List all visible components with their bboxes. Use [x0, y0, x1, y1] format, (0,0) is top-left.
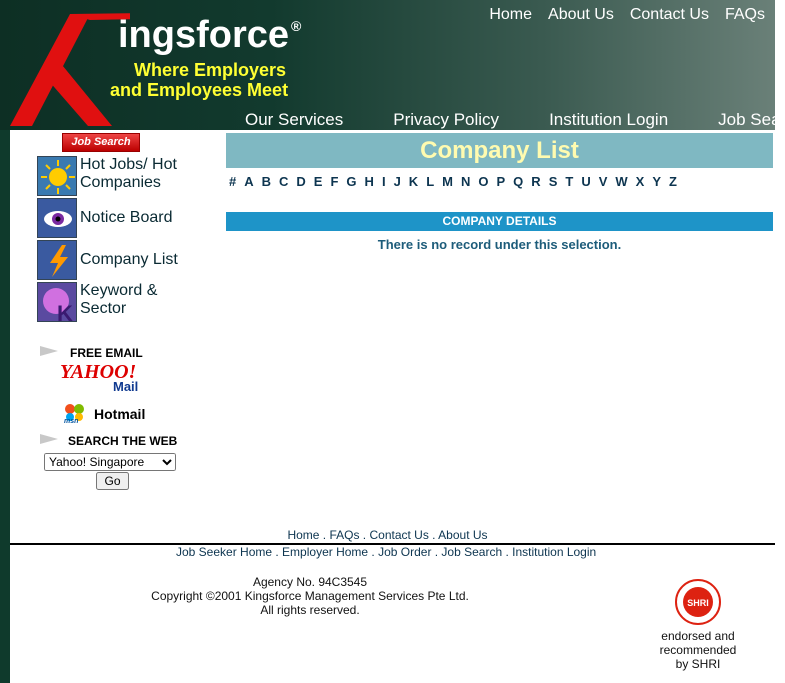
letter-link[interactable]: P [497, 174, 506, 189]
letter-link[interactable]: B [262, 174, 271, 189]
letter-link[interactable]: F [330, 174, 338, 189]
letter-link[interactable]: V [599, 174, 608, 189]
letter-link[interactable]: # [229, 174, 236, 189]
hotmail-logo[interactable]: msn Hotmail [62, 402, 162, 426]
nav-job-search[interactable]: Job Search [718, 110, 785, 130]
shri-text: endorsed and recommended by SHRI [659, 629, 737, 671]
agency-number: Agency No. 94C3545 [252, 575, 368, 589]
sidebar-item-label: Keyword & Sector [80, 282, 158, 317]
nav-our-services[interactable]: Our Services [245, 110, 343, 130]
brand-name: ingsforce ® [118, 14, 302, 56]
footer-nav-primary[interactable]: Home . FAQs . Contact Us . About Us [0, 528, 775, 542]
sidebar-item-keyword-sector[interactable]: K Keyword & Sector [37, 282, 170, 322]
sidebar-item-label: Company List [80, 251, 178, 268]
letter-link[interactable]: E [314, 174, 323, 189]
yahoo-mail-logo[interactable]: YAHOO! Mail [60, 361, 160, 397]
yahoo-wordmark: YAHOO! [60, 361, 137, 383]
main-nav: Our Services Privacy Policy Institution … [245, 110, 785, 130]
header-banner: ingsforce ® Where Employers and Employees… [0, 0, 785, 130]
top-nav-contact-us[interactable]: Contact Us [630, 6, 709, 24]
eye-icon [37, 198, 77, 238]
letter-link[interactable]: T [565, 174, 573, 189]
k-letter-icon: K [37, 282, 77, 322]
free-email-label: FREE EMAIL [70, 346, 143, 360]
letter-link[interactable]: C [279, 174, 288, 189]
top-nav-about-us[interactable]: About Us [548, 6, 614, 24]
yahoo-mail-text: Mail [113, 379, 139, 394]
no-record-message: There is no record under this selection. [377, 237, 622, 252]
kingsforce-k-logo-icon [10, 13, 130, 126]
tagline-line2: and Employees Meet [110, 80, 289, 100]
footer-nav-secondary[interactable]: Job Seeker Home . Employer Home . Job Or… [176, 545, 596, 559]
top-nav: Home About Us Contact Us FAQs [473, 6, 765, 24]
letter-link[interactable]: H [365, 174, 374, 189]
letter-link[interactable]: M [442, 174, 453, 189]
letter-link[interactable]: W [615, 174, 627, 189]
alphabet-filter: # A B C D E F G H I J K L M N O P Q R S T U V W X Y Z [229, 174, 769, 189]
page-title-bar: Company List [226, 133, 773, 168]
letter-link[interactable]: N [461, 174, 470, 189]
top-nav-home[interactable]: Home [489, 6, 532, 24]
sun-icon [37, 156, 77, 196]
shri-seal-icon: SHRI [675, 579, 721, 625]
search-web-label: SEARCH THE WEB [68, 434, 178, 448]
lightning-icon [37, 240, 77, 280]
nav-institution-login[interactable]: Institution Login [549, 110, 668, 130]
company-details-header: COMPANY DETAILS [226, 212, 773, 231]
letter-link[interactable]: J [394, 174, 401, 189]
letter-link[interactable]: K [409, 174, 418, 189]
go-button[interactable]: Go [96, 472, 129, 490]
letter-link[interactable]: X [636, 174, 645, 189]
sidebar-item-company-list[interactable]: Company List [37, 240, 178, 280]
letter-link[interactable]: Q [513, 174, 523, 189]
agency-info: Agency No. 94C3545 Copyright ©2001 Kings… [140, 575, 480, 617]
letter-link[interactable]: U [581, 174, 590, 189]
sidebar-item-notice-board[interactable]: Notice Board [37, 198, 173, 238]
sidebar-item-label: Hot Jobs/ Hot Companies [80, 156, 177, 191]
tagline-line1: Where Employers [134, 60, 287, 80]
search-engine-select[interactable]: Yahoo! Singapore [44, 453, 176, 471]
letter-link[interactable]: Y [652, 174, 661, 189]
letter-link[interactable]: L [426, 174, 434, 189]
msn-text: msn [64, 418, 79, 425]
letter-link[interactable]: O [478, 174, 488, 189]
arrow-icon [40, 346, 58, 356]
top-nav-faqs[interactable]: FAQs [725, 6, 765, 24]
letter-link[interactable]: A [244, 174, 253, 189]
sidebar-item-hot-jobs[interactable]: Hot Jobs/ Hot Companies [37, 156, 185, 196]
letter-link[interactable]: R [531, 174, 540, 189]
copyright-text: Copyright ©2001 Kingsforce Management Se… [151, 589, 469, 603]
hotmail-text: Hotmail [94, 406, 146, 422]
page-title: Company List [420, 137, 579, 164]
job-search-badge[interactable]: Job Search [62, 133, 140, 152]
sidebar-item-label: Notice Board [80, 209, 173, 226]
letter-link[interactable]: D [296, 174, 305, 189]
shri-endorsement: SHRI endorsed and recommended by SHRI [654, 578, 742, 671]
letter-link[interactable]: S [549, 174, 558, 189]
rights-text: All rights reserved. [260, 603, 360, 617]
arrow-icon [40, 434, 58, 444]
svg-text:K: K [57, 301, 73, 322]
letter-link[interactable]: Z [669, 174, 677, 189]
letter-link[interactable]: G [346, 174, 356, 189]
shri-seal-text: SHRI [687, 598, 709, 608]
nav-privacy-policy[interactable]: Privacy Policy [393, 110, 499, 130]
letter-link[interactable]: I [382, 174, 386, 189]
